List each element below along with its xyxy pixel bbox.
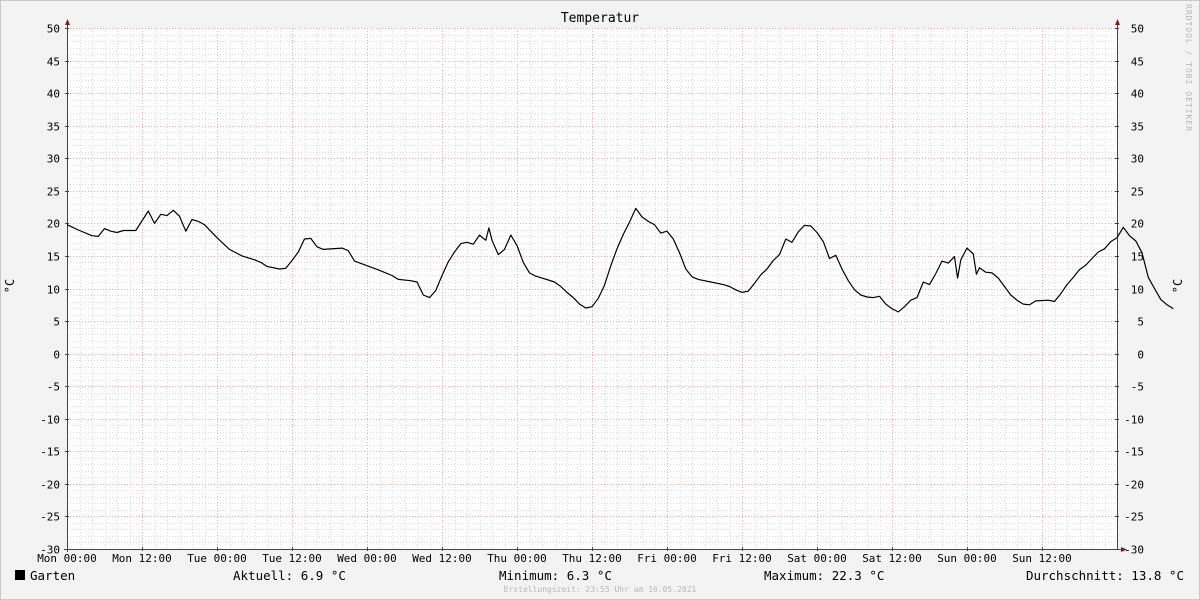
y-tick-label-right: 35	[1131, 121, 1144, 134]
y-tick-label-left: 45	[47, 56, 60, 69]
x-tick-label: Mon 12:00	[112, 552, 172, 565]
creation-time-footer: Erstellungszeit: 23:55 Uhr am 16.05.2021	[503, 585, 697, 594]
y-tick-label-right: -30	[1124, 544, 1144, 557]
y-tick-label-left: 10	[47, 284, 60, 297]
y-tick-label-left: 40	[47, 88, 60, 101]
x-tick-label: Sat 00:00	[787, 552, 847, 565]
y-tick-label-left: 35	[47, 121, 60, 134]
y-tick-label-left: 20	[47, 218, 60, 231]
x-tick-label: Wed 00:00	[337, 552, 397, 565]
y-axis-label-left: °C	[3, 278, 17, 294]
y-tick-label-right: -20	[1124, 479, 1144, 492]
rrdtool-watermark: RRDTOOL / TOBI OETIKER	[1184, 4, 1193, 132]
temperature-chart: 50 5045 4540 4035 3530 3025 2520 2015 1510 105 50 0…	[37, 19, 1174, 565]
y-tick-label-right: 20	[1131, 218, 1144, 231]
y-tick-label-left: -20	[40, 479, 60, 492]
y-tick-label-right: 45	[1131, 56, 1144, 69]
legend-average: Durchschnitt: 13.8 °C	[1025, 568, 1184, 583]
y-tick-label-right: -15	[1124, 446, 1144, 459]
y-tick-label-right: 5	[1137, 316, 1144, 329]
x-tick-label: Fri 00:00	[637, 552, 697, 565]
y-tick-label-left: -25	[40, 511, 60, 524]
y-tick-label-right: 10	[1131, 284, 1144, 297]
x-tick-label: Thu 00:00	[487, 552, 547, 565]
x-tick-label: Thu 12:00	[562, 552, 622, 565]
y-tick-label-left: 25	[47, 186, 60, 199]
y-tick-label-left: -15	[40, 446, 60, 459]
legend-series-name: Garten	[30, 568, 76, 583]
x-tick-label: Tue 12:00	[262, 552, 322, 565]
x-tick-label: Mon 00:00	[37, 552, 97, 565]
y-tick-label-left: 15	[47, 251, 60, 264]
y-tick-label-left: 30	[47, 153, 60, 166]
y-tick-label-left: -10	[40, 414, 60, 427]
y-tick-label-right: 30	[1131, 153, 1144, 166]
y-tick-label-right: 25	[1131, 186, 1144, 199]
x-tick-label: Wed 12:00	[412, 552, 472, 565]
y-tick-label-right: -5	[1131, 381, 1144, 394]
x-tick-label: Fri 12:00	[712, 552, 772, 565]
y-tick-label-left: 5	[53, 316, 60, 329]
y-tick-label-right: -25	[1124, 511, 1144, 524]
x-tick-label: Sat 12:00	[862, 552, 922, 565]
x-tick-label: Sun 12:00	[1012, 552, 1072, 565]
y-tick-label-right: 40	[1131, 88, 1144, 101]
x-tick-label: Tue 00:00	[187, 552, 247, 565]
y-tick-label-left: 0	[53, 349, 60, 362]
y-tick-label-right: -10	[1124, 414, 1144, 427]
legend-swatch	[15, 570, 25, 580]
legend-maximum: Maximum: 22.3 °C	[764, 568, 885, 583]
legend-current: Aktuell: 6.9 °C	[233, 568, 346, 583]
chart-title: Temperatur	[560, 11, 640, 26]
y-tick-label-left: -5	[47, 381, 60, 394]
y-tick-label-right: 0	[1137, 349, 1144, 362]
legend-minimum: Minimum: 6.3 °C	[499, 568, 612, 583]
x-tick-label: Sun 00:00	[937, 552, 997, 565]
y-axis-label-right: °C	[1171, 278, 1185, 294]
